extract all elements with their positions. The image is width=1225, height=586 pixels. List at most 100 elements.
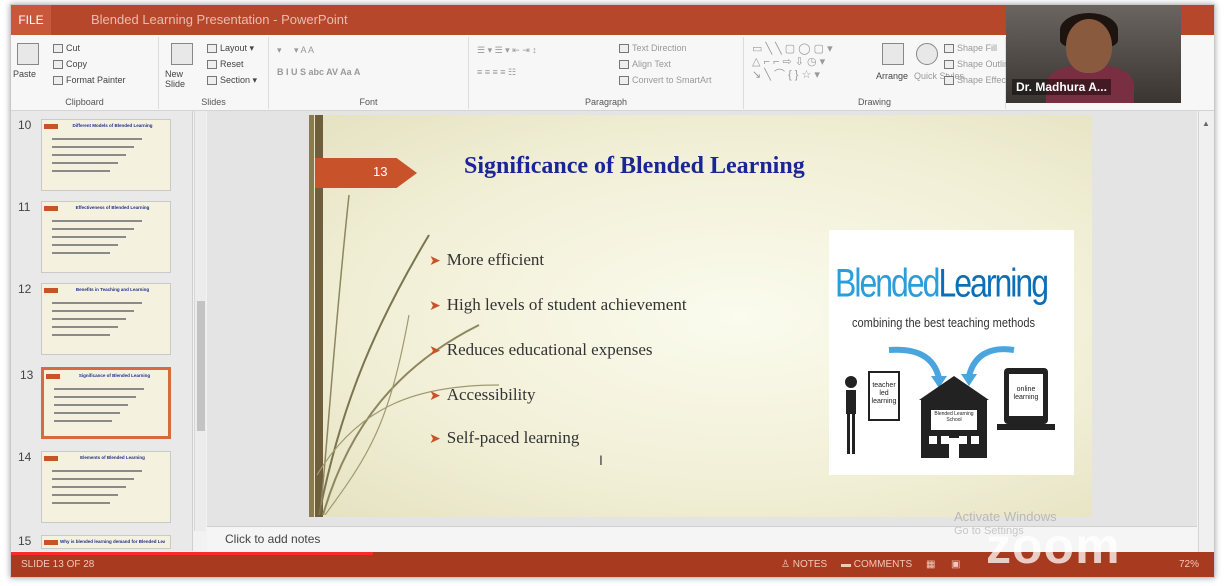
slide-thumbnail[interactable]: 11 Effectiveness of Blended Learning	[18, 200, 171, 273]
arrange-icon[interactable]	[882, 43, 904, 65]
bullet-arrow-icon: ➤	[429, 432, 441, 447]
zoom-level[interactable]: 72%	[1179, 559, 1199, 570]
paragraph-group: ☰ ▾ ☰ ▾ ⇤ ⇥ ↕ ≡ ≡ ≡ ≡ ☷ Text Direction A…	[469, 37, 744, 109]
scrollbar-thumb[interactable]	[197, 301, 205, 431]
notes-toggle[interactable]: ♙ NOTES	[781, 559, 827, 570]
slide-thumbnail[interactable]: 12 Benefits in Teaching and Learning	[18, 282, 171, 355]
clipboard-label: Clipboard	[65, 97, 104, 107]
format-painter-button[interactable]: Format Painter	[53, 75, 126, 86]
thumbnail-text-line	[52, 494, 118, 496]
scroll-up-icon[interactable]: ▲	[1202, 119, 1210, 128]
slide-thumbnail[interactable]: 10 Different Models of Blended Learning	[18, 118, 171, 191]
reset-label: Reset	[220, 59, 244, 69]
slide-counter: SLIDE 13 OF 28	[21, 559, 95, 570]
thumbnail-text-line	[52, 154, 126, 156]
layout-button[interactable]: Layout ▾	[207, 43, 254, 54]
slide-sorter-icon[interactable]: ▣	[951, 559, 960, 570]
notes-placeholder[interactable]: Click to add notes	[225, 532, 320, 546]
layout-icon	[207, 44, 217, 54]
thumbnail-accent	[44, 456, 58, 461]
paragraph-label: Paragraph	[584, 97, 628, 107]
font-group: ▾ ▾ A A B I U S abc AV Aa A Font	[269, 37, 469, 109]
bullet-text: High levels of student achievement	[446, 295, 687, 314]
bullet-text: Self-paced learning	[446, 428, 580, 447]
thumbnail-text-line	[52, 502, 110, 504]
shape-fill-button[interactable]: Shape Fill	[944, 43, 997, 54]
comments-toggle[interactable]: ▬ COMMENTS	[841, 559, 912, 570]
bullet-item: ➤ More efficient	[429, 250, 544, 270]
bullet-text: Accessibility	[446, 385, 536, 404]
font-label: Font	[359, 97, 378, 107]
slide-thumbnail[interactable]: 15 Why is blended learning demand for Ble…	[18, 534, 171, 549]
comments-toggle-label: COMMENTS	[853, 559, 913, 570]
reset-button[interactable]: Reset	[207, 59, 244, 70]
align-text-button[interactable]: Align Text	[619, 59, 671, 70]
thumbnail-title: Significance of Blended Learning	[78, 373, 151, 378]
image-logo-text: BlendedLearning	[835, 260, 1049, 306]
thumbnail-text-line	[52, 220, 142, 222]
text-direction-button[interactable]: Text Direction	[619, 43, 687, 54]
blended-learning-image: BlendedLearning combining the best teach…	[829, 230, 1074, 475]
file-tab[interactable]: FILE	[11, 5, 51, 35]
image-word-learning: Learning	[938, 260, 1049, 305]
image-tagline: combining the best teaching methods	[852, 315, 1036, 330]
video-progress-bar[interactable]	[11, 552, 373, 555]
thumbnail-text-line	[52, 162, 118, 164]
convert-smartart-button[interactable]: Convert to SmartArt	[619, 75, 712, 86]
bullet-text: More efficient	[446, 250, 545, 269]
slide-thumbnail[interactable]: 14 Elements of Blended Learning	[18, 450, 171, 523]
drawing-group: ▭ ╲ ╲ ▢ ◯ ▢ ▾ △ ⌐ ⌐ ⇨ ⇩ ◷ ▾ ↘ ╲ ⌒ { } ☆ ▾ …	[744, 37, 1014, 109]
section-button[interactable]: Section ▾	[207, 75, 257, 86]
convert-smartart-label: Convert to SmartArt	[632, 75, 712, 85]
copy-icon	[53, 60, 63, 70]
thumbnail-title: Different Models of Blended Learning	[72, 123, 153, 128]
thumbnail-text-line	[54, 396, 136, 398]
bullet-arrow-icon: ➤	[429, 344, 441, 359]
participant-name: Dr. Madhura A...	[1012, 79, 1111, 95]
align-text-icon	[619, 60, 629, 70]
paste-button[interactable]: Paste	[13, 69, 36, 79]
app-window: FILE Blended Learning Presentation - Pow…	[10, 4, 1215, 578]
online-label: online learning	[1013, 386, 1039, 401]
font-name-box[interactable]: ▾ ▾ A A	[277, 45, 314, 56]
thumbnail-text-line	[54, 388, 144, 390]
bullet-text: Reduces educational expenses	[446, 340, 653, 359]
list-buttons[interactable]: ☰ ▾ ☰ ▾ ⇤ ⇥ ↕	[477, 45, 537, 56]
shapes-gallery[interactable]: ▭ ╲ ╲ ▢ ◯ ▢ ▾ △ ⌐ ⌐ ⇨ ⇩ ◷ ▾ ↘ ╲ ⌒ { } ☆ ▾	[752, 43, 833, 82]
clipboard-group: Paste Cut Copy Format Painter Clipboard	[11, 37, 159, 109]
thumbnail-title: Why is blended learning demand for Blend…	[60, 539, 165, 544]
normal-view-icon[interactable]: ▦	[926, 559, 935, 570]
new-slide-button[interactable]: New Slide	[165, 69, 205, 89]
font-format-buttons[interactable]: B I U S abc AV Aa A	[277, 67, 360, 77]
thumbnail-text-line	[52, 138, 142, 140]
thumbnail-number: 14	[18, 450, 32, 464]
vertical-scrollbar[interactable]: ▲	[1198, 111, 1214, 552]
person-face	[1066, 19, 1112, 73]
slide-title: Significance of Blended Learning	[464, 153, 805, 179]
paste-icon[interactable]	[17, 43, 39, 65]
school-label: Blended Learning School	[934, 411, 974, 423]
participant-video[interactable]: Dr. Madhura A...	[1006, 5, 1181, 103]
bullet-item: ➤ Reduces educational expenses	[429, 340, 653, 360]
slide-thumbnail[interactable]: 13 Significance of Blended Learning	[20, 367, 171, 439]
thumbnail-text-line	[52, 170, 110, 172]
cut-button[interactable]: Cut	[53, 43, 80, 54]
shape-outline-button[interactable]: Shape Outline	[944, 59, 1014, 70]
slide[interactable]: 13 Significance of Blended Learning ➤ Mor…	[309, 115, 1092, 517]
arrange-button[interactable]: Arrange	[876, 71, 908, 81]
thumbnail-text-line	[52, 302, 142, 304]
align-buttons[interactable]: ≡ ≡ ≡ ≡ ☷	[477, 67, 516, 78]
new-slide-icon[interactable]	[171, 43, 193, 65]
thumbnails-scrollbar[interactable]	[194, 111, 206, 531]
thumbnail-number: 15	[18, 534, 32, 548]
thumbnail-number: 12	[18, 282, 32, 296]
thumbnail-accent	[44, 540, 58, 545]
quick-styles-icon[interactable]	[916, 43, 938, 65]
shape-effects-label: Shape Effects	[957, 75, 1013, 85]
thumbnail-accent	[44, 124, 58, 129]
thumbnail-text-line	[54, 420, 112, 422]
outline-icon	[944, 60, 954, 70]
brush-icon	[53, 76, 63, 86]
copy-button[interactable]: Copy	[53, 59, 87, 70]
shape-effects-button[interactable]: Shape Effects	[944, 75, 1013, 86]
